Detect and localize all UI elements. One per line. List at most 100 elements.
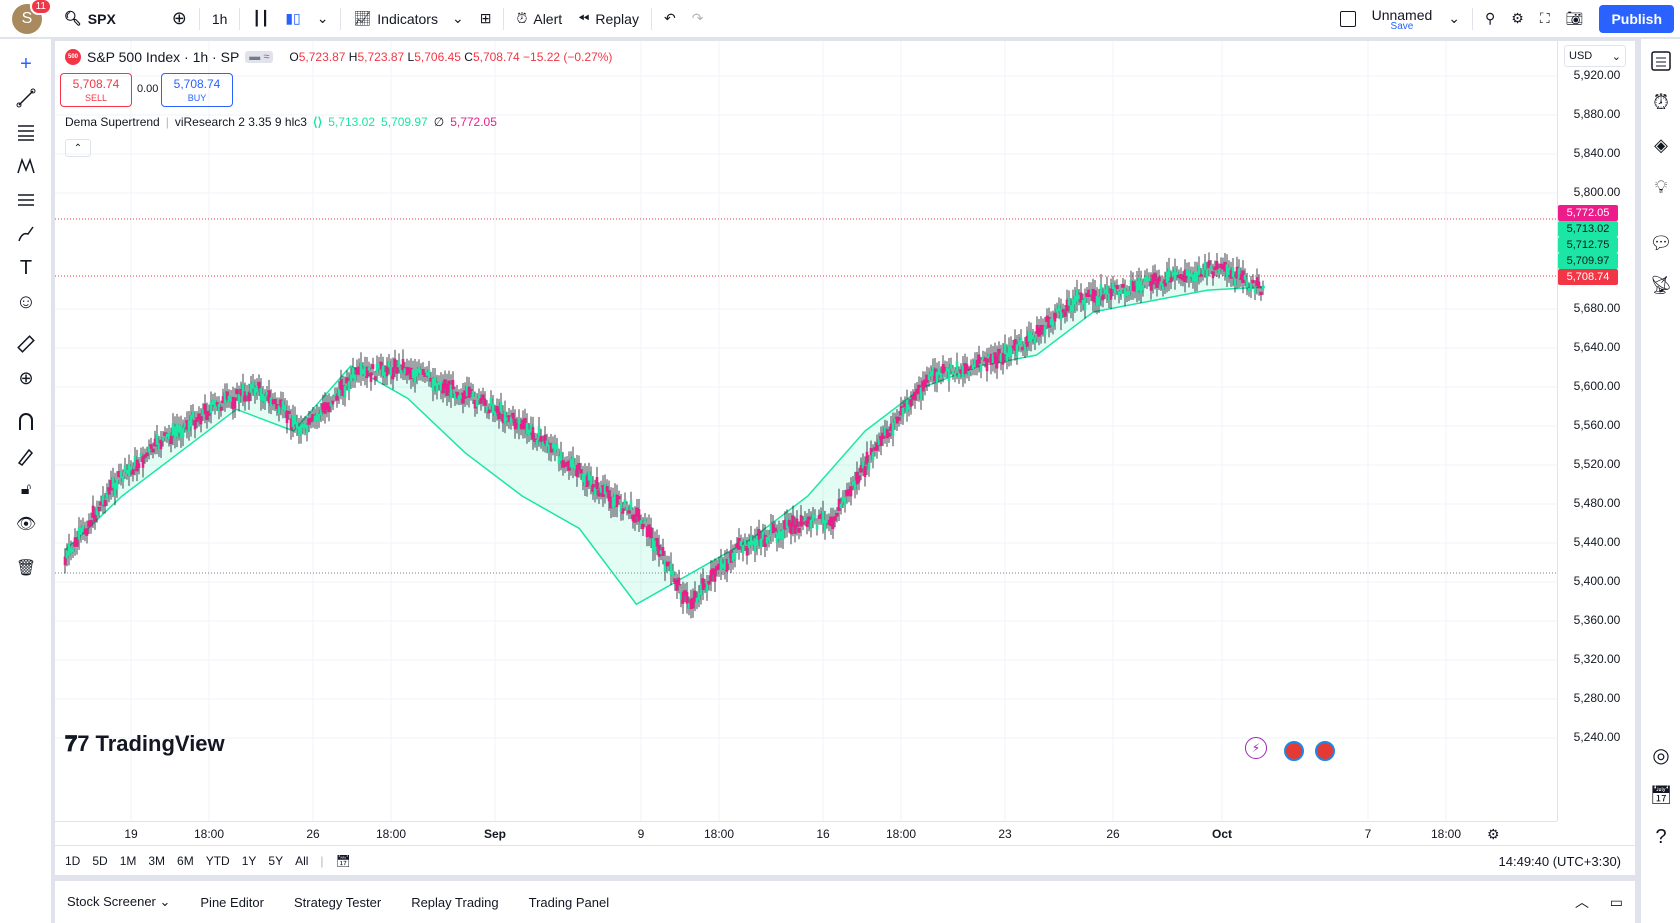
bottom-tab[interactable]: Pine Editor bbox=[200, 895, 264, 910]
magnet-icon[interactable] bbox=[13, 409, 39, 435]
us-flag-event-icon[interactable] bbox=[1284, 741, 1304, 761]
text-tool-icon[interactable]: T bbox=[13, 255, 39, 281]
range-button[interactable]: 5Y bbox=[268, 854, 283, 868]
undo-button[interactable]: ↶ bbox=[656, 0, 684, 38]
range-button[interactable]: 5D bbox=[92, 854, 107, 868]
templates-button[interactable]: ⊞ bbox=[472, 0, 500, 38]
chart-canvas[interactable] bbox=[55, 41, 1557, 821]
alerts-clock-icon[interactable]: ⏰︎ bbox=[1647, 89, 1675, 117]
maximize-panel-button[interactable]: ▭ bbox=[1610, 894, 1623, 911]
series-legend: 500 S&P 500 Index · 1h · SP ▬ ≈ O5,723.8… bbox=[65, 49, 612, 65]
avatar-letter: S bbox=[21, 9, 33, 27]
quick-search-button[interactable]: ⚲ bbox=[1477, 0, 1503, 38]
trendline-icon[interactable] bbox=[13, 85, 39, 111]
candle-body bbox=[897, 416, 901, 421]
candle-body bbox=[627, 510, 631, 514]
streams-icon[interactable]: 📡︎ bbox=[1647, 271, 1675, 299]
range-button[interactable]: All bbox=[295, 854, 308, 868]
low-value: 5,706.45 bbox=[414, 50, 461, 64]
code-icon[interactable]: ⟨⟩ bbox=[313, 115, 322, 129]
ideas-bulb-icon[interactable]: 💡︎ bbox=[1647, 173, 1675, 201]
time-settings-icon[interactable]: ⚙ bbox=[1487, 826, 1500, 843]
range-button[interactable]: 1Y bbox=[242, 854, 257, 868]
sell-button[interactable]: 5,708.74 SELL bbox=[60, 73, 132, 107]
buy-button[interactable]: 5,708.74 BUY bbox=[161, 73, 233, 107]
layers-icon[interactable]: ◈ bbox=[1647, 131, 1675, 159]
trash-icon[interactable]: 🗑︎ bbox=[13, 555, 39, 581]
candle-body bbox=[199, 416, 203, 425]
lock-pencil-icon[interactable] bbox=[13, 443, 39, 469]
user-avatar[interactable]: S 11 bbox=[12, 0, 52, 34]
lock-icon[interactable]: 🔓︎ bbox=[13, 477, 39, 503]
candle-body bbox=[643, 518, 647, 522]
replay-button[interactable]: ⏪︎ Replay bbox=[570, 0, 647, 38]
bottom-tab[interactable]: Trading Panel bbox=[529, 895, 609, 910]
layout-dropdown[interactable]: ⌄ bbox=[1440, 0, 1468, 38]
ruler-icon[interactable] bbox=[13, 331, 39, 357]
settings-button[interactable]: ⚙ bbox=[1503, 0, 1532, 38]
price-axis[interactable]: USD ⌄ 5,920.00 5,880.00 5,840.00 5,800.00 5,… bbox=[1557, 41, 1635, 821]
dom-target-icon[interactable]: ◎ bbox=[1647, 741, 1675, 769]
candle-body bbox=[1141, 285, 1145, 291]
watchlist-icon[interactable] bbox=[1647, 47, 1675, 75]
currency-select[interactable]: USD ⌄ bbox=[1564, 45, 1626, 67]
candle-body bbox=[795, 518, 799, 528]
price-tick-label: 5,280.00 bbox=[1573, 691, 1621, 705]
zoom-in-icon[interactable]: ⊕ bbox=[13, 365, 39, 391]
range-button[interactable]: 1M bbox=[120, 854, 137, 868]
bar-style-candles-button[interactable]: ▮▯ bbox=[277, 0, 308, 38]
currency-label: USD bbox=[1569, 50, 1593, 62]
bottom-tab[interactable]: Strategy Tester bbox=[294, 895, 381, 910]
brush-icon[interactable] bbox=[13, 221, 39, 247]
candle-body bbox=[867, 462, 871, 470]
bar-style-bars-button[interactable]: ┃┃ bbox=[244, 0, 277, 38]
series-title[interactable]: S&P 500 Index · 1h · SP bbox=[87, 49, 239, 65]
collapse-panel-button[interactable]: ︿ bbox=[1575, 892, 1589, 912]
range-button[interactable]: 1D bbox=[65, 854, 80, 868]
bottom-tab[interactable]: Stock Screener ⌄ bbox=[67, 894, 170, 910]
fullscreen-button[interactable]: ⛶ bbox=[1532, 0, 1558, 38]
indicator-legend[interactable]: Dema Supertrend | viResearch 2 3.35 9 hl… bbox=[65, 115, 497, 129]
time-axis[interactable]: ⚙ 19 18:00 26 18:00 Sep 9 18:00 16 18:00 23 26 Oct 7… bbox=[55, 821, 1557, 845]
redo-icon: ↷ bbox=[691, 10, 704, 26]
chat-icon[interactable]: 💬︎ bbox=[1647, 229, 1675, 257]
bottom-tab[interactable]: Replay Trading bbox=[411, 895, 498, 910]
price-tick-label: 5,840.00 bbox=[1573, 146, 1621, 160]
range-button[interactable]: YTD bbox=[206, 854, 230, 868]
candle-body bbox=[1119, 290, 1123, 294]
symbol-search[interactable]: 🔍︎ SPX bbox=[56, 0, 124, 38]
fib-retracement-icon[interactable] bbox=[13, 119, 39, 145]
chevron-down-icon: ⌄ bbox=[1448, 10, 1461, 26]
range-button[interactable]: 6M bbox=[177, 854, 194, 868]
chart-type-dropdown[interactable]: ⌄ bbox=[309, 0, 337, 38]
prediction-icon[interactable] bbox=[13, 187, 39, 213]
candle-body bbox=[475, 400, 479, 407]
candle-body bbox=[1015, 344, 1019, 356]
clock[interactable]: 14:49:40 (UTC+3:30) bbox=[1499, 854, 1621, 869]
calendar-goto-icon[interactable]: 📅︎ bbox=[336, 854, 351, 868]
crosshair-icon[interactable]: + bbox=[13, 51, 39, 77]
lightning-event-icon[interactable]: ⚡︎ bbox=[1245, 737, 1267, 759]
us-flag-event-icon[interactable] bbox=[1315, 741, 1335, 761]
alert-button[interactable]: ⏰︎ Alert bbox=[508, 0, 570, 38]
eye-icon[interactable]: 👁︎ bbox=[13, 511, 39, 537]
calendar-icon[interactable]: 📅︎ bbox=[1647, 781, 1675, 809]
candle-body bbox=[953, 372, 957, 377]
time-tick-label: Oct bbox=[1211, 827, 1233, 841]
pattern-icon[interactable] bbox=[13, 153, 39, 179]
collapse-legend-button[interactable]: ⌃ bbox=[65, 139, 91, 157]
indicators-button[interactable]: 📈︎ Indicators ⌄ bbox=[345, 0, 471, 38]
time-tick-label: 18:00 bbox=[885, 827, 917, 841]
help-icon[interactable]: ? bbox=[1647, 823, 1675, 851]
redo-button[interactable]: ↷ bbox=[684, 0, 712, 38]
range-button[interactable]: 3M bbox=[148, 854, 165, 868]
layout-select-checkbox[interactable] bbox=[1332, 0, 1364, 38]
emoji-icon[interactable]: ☺ bbox=[13, 289, 39, 315]
snapshot-button[interactable]: 📷︎ bbox=[1558, 0, 1592, 38]
layout-name-button[interactable]: Unnamed Save bbox=[1364, 0, 1441, 38]
publish-button[interactable]: Publish bbox=[1599, 4, 1674, 33]
compare-symbol-button[interactable]: ⊕ bbox=[164, 0, 195, 38]
interval-button[interactable]: 1h bbox=[204, 0, 236, 38]
chart-pane[interactable]: 500 S&P 500 Index · 1h · SP ▬ ≈ O5,723.8… bbox=[55, 41, 1635, 875]
chart-status-pill[interactable]: ▬ ≈ bbox=[245, 51, 274, 63]
